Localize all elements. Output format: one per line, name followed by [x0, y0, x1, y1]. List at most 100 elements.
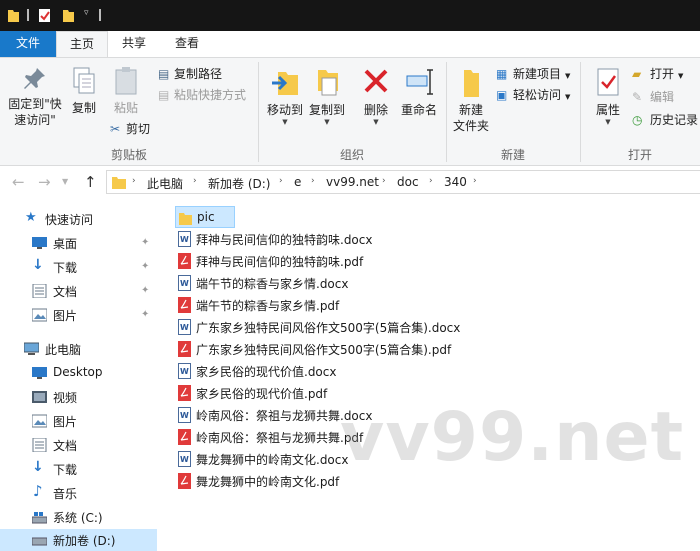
- nav-quick-documents[interactable]: 文档 ✦: [0, 280, 157, 302]
- forward-arrow-icon[interactable]: →: [38, 173, 51, 191]
- breadcrumb-separator-icon[interactable]: ›: [279, 176, 283, 186]
- paste-button[interactable]: 粘贴: [106, 66, 146, 116]
- organize-group-label: 组织: [339, 148, 364, 162]
- copy-path-label: 复制路径: [174, 67, 223, 81]
- new-item-button[interactable]: ▦ 新建项目 ▼: [496, 66, 570, 84]
- pictures-icon: [32, 308, 47, 322]
- breadcrumb-separator-icon[interactable]: ›: [193, 176, 197, 186]
- back-arrow-icon[interactable]: ←: [12, 173, 25, 191]
- nav-quick-pictures[interactable]: 图片 ✦: [0, 304, 157, 326]
- customize-qat-chevron-icon[interactable]: ▿: [84, 8, 89, 18]
- svg-text:W: W: [180, 323, 189, 332]
- breadcrumb-separator-icon[interactable]: ›: [311, 176, 315, 186]
- file-item-docx[interactable]: W 端午节的粽香与家乡情.docx: [175, 272, 435, 294]
- copy-to-button[interactable]: 复制到 ▼: [306, 66, 348, 126]
- nav-pc-drive-d[interactable]: 新加卷 (D:): [0, 529, 157, 551]
- breadcrumb-separator-icon[interactable]: ›: [382, 176, 386, 186]
- properties-icon[interactable]: [38, 8, 51, 23]
- file-name: 端午节的粽香与家乡情.docx: [196, 277, 349, 291]
- clipboard-group-label: 剪贴板: [110, 148, 147, 162]
- recent-locations-chevron-icon[interactable]: ▼: [62, 177, 68, 186]
- copy-path-icon: ▤: [158, 67, 170, 81]
- nav-label: 图片: [53, 309, 78, 323]
- pin-to-quick-access-button[interactable]: 固定到"快 速访问": [4, 66, 66, 128]
- pin-icon[interactable]: ✦: [141, 309, 149, 320]
- new-folder-icon[interactable]: [62, 8, 75, 23]
- folder-icon[interactable]: [7, 8, 20, 23]
- properties-icon: [597, 68, 619, 96]
- navigation-row: ← → ▼ ↑ › 此电脑 › 新加卷 (D:) › e › vv99.net …: [0, 166, 700, 198]
- file-item-pdf[interactable]: 广东家乡独特民间风俗作文500字(5篇合集).pdf: [175, 338, 475, 360]
- nav-pc-desktop[interactable]: Desktop: [0, 362, 157, 384]
- breadcrumb-separator-icon[interactable]: ›: [473, 176, 477, 186]
- copy-label: 复制: [71, 101, 96, 115]
- pin-icon[interactable]: ✦: [141, 261, 149, 272]
- nav-label: Desktop: [53, 365, 103, 379]
- move-to-label: 移动到: [266, 103, 303, 117]
- nav-pc-pictures[interactable]: 图片: [0, 410, 157, 432]
- cut-button[interactable]: ✂ 剪切: [110, 121, 150, 137]
- breadcrumb-separator-icon[interactable]: ›: [132, 176, 136, 186]
- desktop-icon: [32, 237, 47, 249]
- open-button[interactable]: ▰ 打开 ▼: [632, 66, 683, 84]
- scissors-icon: ✂: [110, 122, 121, 136]
- file-item-docx[interactable]: W 家乡民俗的现代价值.docx: [175, 360, 435, 382]
- svg-text:W: W: [180, 235, 189, 244]
- docx-file-icon: W: [178, 363, 191, 379]
- nav-quick-desktop[interactable]: 桌面 ✦: [0, 232, 157, 254]
- breadcrumb-separator-icon[interactable]: ›: [429, 176, 433, 186]
- move-to-button[interactable]: 移动到 ▼: [264, 66, 306, 126]
- nav-quick-access[interactable]: ★ 快速访问: [0, 208, 157, 230]
- file-item-docx[interactable]: W 广东家乡独特民间风俗作文500字(5篇合集).docx: [175, 316, 475, 338]
- delete-button[interactable]: 删除 ▼: [358, 66, 394, 126]
- pin-icon[interactable]: ✦: [141, 285, 149, 296]
- rename-button[interactable]: 重命名: [398, 66, 440, 118]
- nav-quick-downloads[interactable]: ↓ 下载 ✦: [0, 256, 157, 278]
- pin-icon[interactable]: ✦: [141, 237, 149, 248]
- pdf-file-icon: [178, 253, 191, 269]
- file-name: 广东家乡独特民间风俗作文500字(5篇合集).docx: [196, 321, 461, 335]
- file-item-pdf[interactable]: 拜神与民间信仰的独特韵味.pdf: [175, 250, 435, 272]
- nav-pc-downloads[interactable]: ↓ 下载: [0, 458, 157, 480]
- copy-to-label: 复制到: [308, 103, 345, 117]
- file-name: 拜神与民间信仰的独特韵味.docx: [196, 233, 373, 247]
- delete-x-icon: [364, 69, 388, 93]
- title-separator: [99, 9, 101, 21]
- tab-view[interactable]: 查看: [162, 31, 212, 57]
- nav-pc-documents[interactable]: 文档: [0, 434, 157, 456]
- nav-label: 音乐: [53, 487, 78, 501]
- svg-text:W: W: [180, 367, 189, 376]
- file-item-docx[interactable]: W 拜神与民间信仰的独特韵味.docx: [175, 228, 435, 250]
- copy-button[interactable]: 复制: [66, 66, 102, 116]
- open-label: 打开: [650, 67, 675, 81]
- up-arrow-icon[interactable]: ↑: [84, 173, 97, 191]
- breadcrumb-this-pc[interactable]: 此电脑: [147, 175, 183, 192]
- nav-pc-music[interactable]: ♪ 音乐: [0, 482, 157, 504]
- breadcrumb-340[interactable]: 340: [444, 175, 467, 189]
- edit-button[interactable]: ✎ 编辑: [632, 89, 674, 105]
- file-item-folder-pic[interactable]: pic: [175, 206, 235, 228]
- breadcrumb-volume-d[interactable]: 新加卷 (D:): [208, 175, 270, 192]
- new-folder-button[interactable]: 新建 文件夹: [450, 66, 492, 134]
- pdf-file-icon: [178, 429, 191, 445]
- paste-shortcut-button[interactable]: ▤ 粘贴快捷方式: [158, 87, 246, 103]
- tab-share[interactable]: 共享: [110, 31, 158, 57]
- nav-label: 快速访问: [45, 213, 94, 227]
- tab-file[interactable]: 文件: [0, 31, 56, 57]
- copy-path-button[interactable]: ▤ 复制路径: [158, 66, 222, 82]
- easy-access-button[interactable]: ▣ 轻松访问 ▼: [496, 87, 570, 105]
- nav-pc-videos[interactable]: 视频: [0, 386, 157, 408]
- breadcrumb-vv99[interactable]: vv99.net: [326, 175, 379, 189]
- history-button[interactable]: ◷ 历史记录: [632, 112, 698, 128]
- tab-home[interactable]: 主页: [56, 31, 108, 58]
- breadcrumb-e[interactable]: e: [294, 175, 301, 189]
- properties-button[interactable]: 属性 ▼: [588, 66, 628, 126]
- nav-this-pc[interactable]: 此电脑: [0, 338, 157, 360]
- breadcrumb-doc[interactable]: doc: [397, 175, 419, 189]
- paste-shortcut-icon: ▤: [158, 88, 170, 102]
- address-bar[interactable]: › 此电脑 › 新加卷 (D:) › e › vv99.net › doc › …: [106, 170, 700, 194]
- file-item-pdf[interactable]: 端午节的粽香与家乡情.pdf: [175, 294, 435, 316]
- nav-pc-drive-c[interactable]: 系统 (C:): [0, 506, 157, 528]
- paste-icon: [115, 67, 137, 95]
- properties-chevron-icon: ▼: [605, 118, 611, 126]
